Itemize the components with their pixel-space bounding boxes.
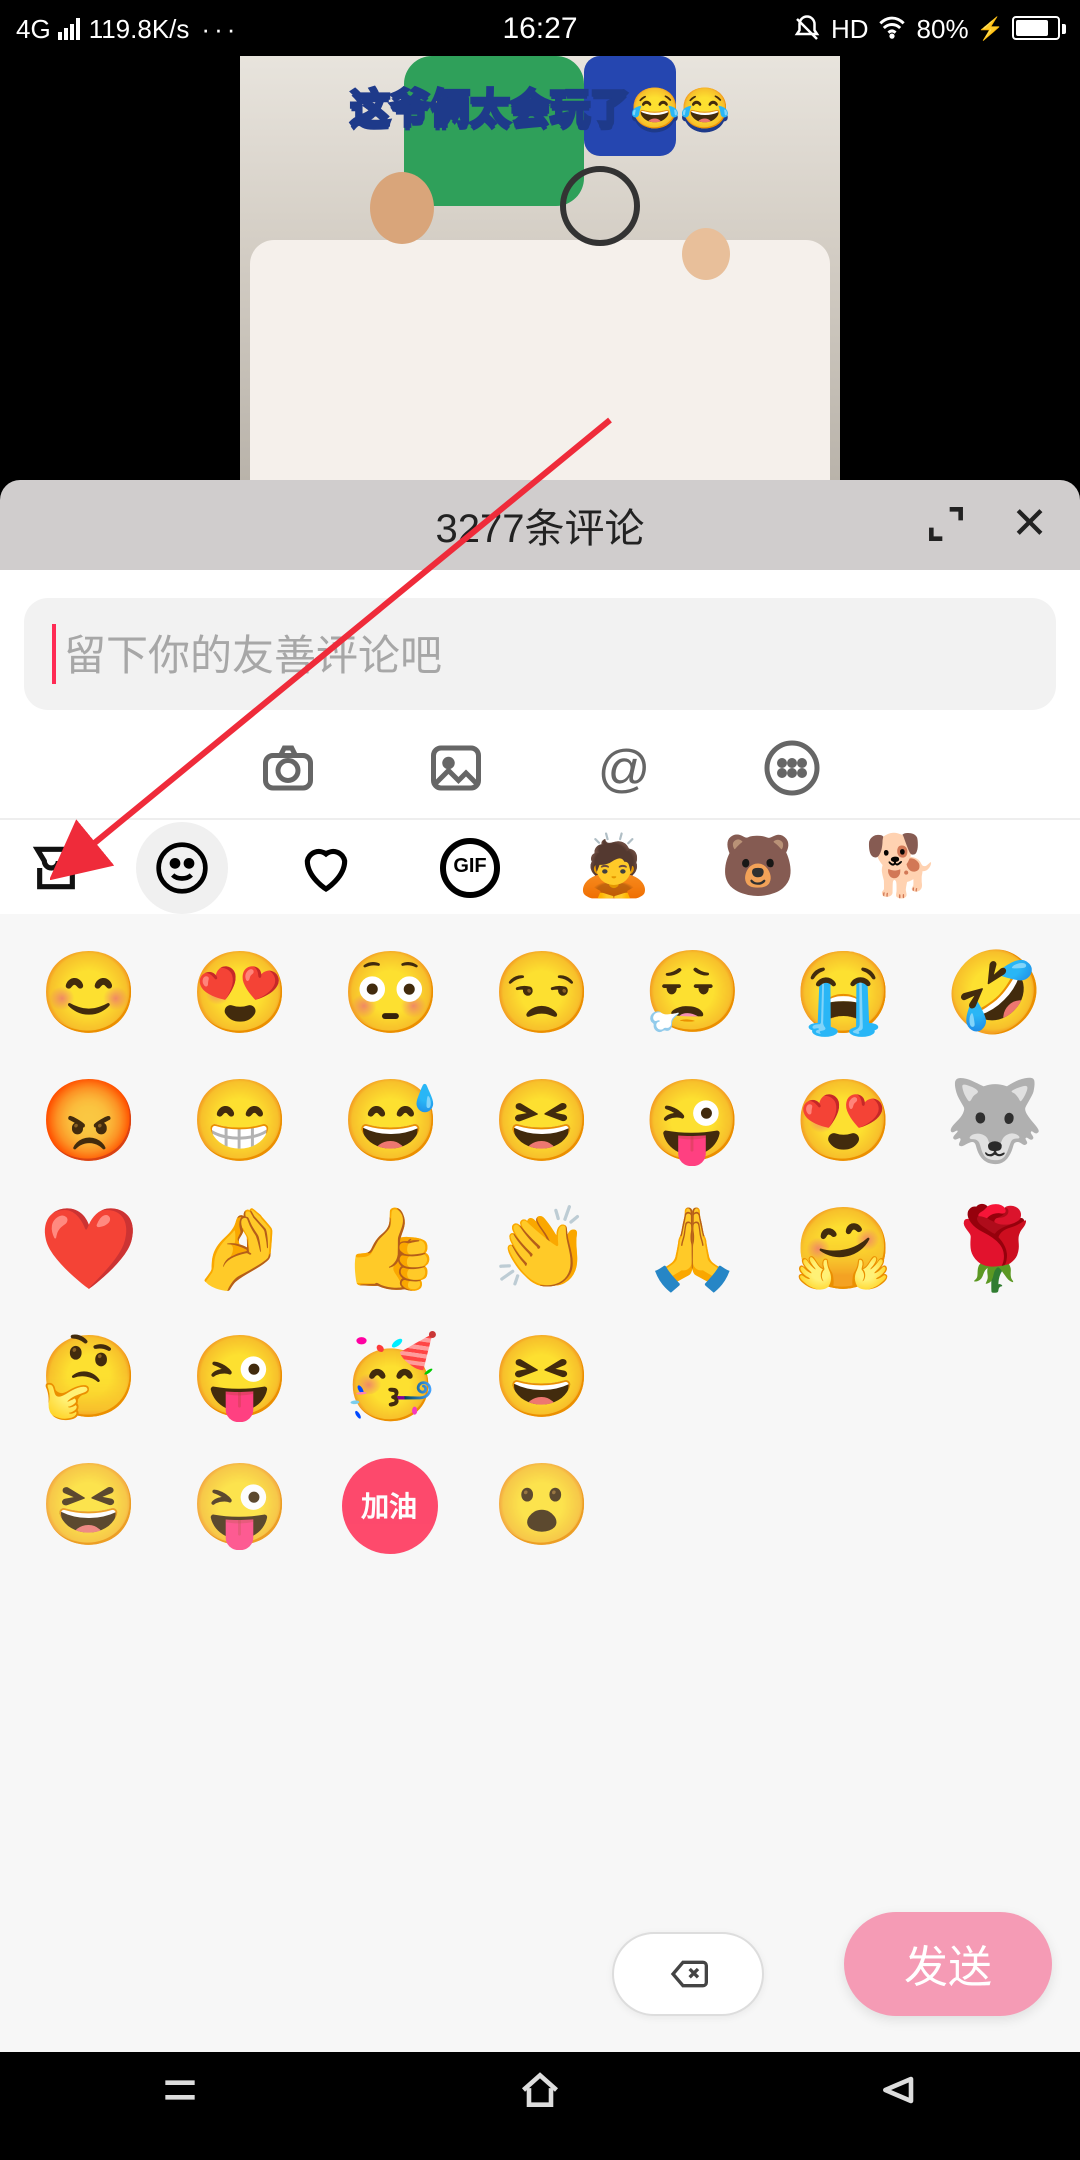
tab-sticker-3[interactable]: 🐕 (856, 821, 948, 913)
comment-input-zone: 留下你的友善评论吧 @ (0, 570, 1080, 818)
video-caption: 这爷俩太会玩了😂😂 (240, 76, 840, 134)
input-tools: @ (24, 738, 1056, 798)
emoji-item[interactable]: 😳 (341, 946, 437, 1042)
tab-gif[interactable]: GIF (424, 821, 516, 913)
send-button[interactable]: 发送 (844, 1912, 1052, 2016)
emoji-item[interactable]: ❤️ (39, 1202, 135, 1298)
tab-favorite[interactable] (280, 821, 372, 913)
emoji-item[interactable]: 😮‍💨 (643, 946, 739, 1042)
emoji-item[interactable]: 🐺 (945, 1074, 1041, 1170)
sticker-shop-icon[interactable] (28, 839, 84, 895)
emoji-item[interactable]: 🤗 (794, 1202, 890, 1298)
nav-home-icon[interactable] (512, 2068, 568, 2112)
clock: 16:27 (0, 11, 1080, 45)
emoji-item[interactable]: 😆 (39, 1458, 135, 1554)
tab-emoji[interactable] (136, 821, 228, 913)
nav-menu-icon[interactable] (152, 2068, 208, 2112)
battery-icon (1012, 16, 1060, 40)
comments-header: 3277条评论 ✕ (0, 480, 1080, 570)
emoji-item (945, 1330, 1041, 1426)
emoji-item[interactable]: 加油 (341, 1458, 437, 1554)
nav-back-icon[interactable] (872, 2068, 928, 2112)
emoji-item[interactable]: 🙏 (643, 1202, 739, 1298)
emoji-item[interactable]: 😅 (341, 1074, 437, 1170)
emoji-item[interactable]: 😆 (492, 1074, 588, 1170)
status-bar: 4G 119.8K/s ··· 16:27 HD 80% ⚡ (0, 0, 1080, 56)
emoji-item[interactable]: 😜 (643, 1074, 739, 1170)
emoji-item[interactable]: 🤣 (945, 946, 1041, 1042)
emoji-grid: 😊 😍 😳 😒 😮‍💨 😭 🤣 😡 😁 😅 😆 😜 😍 🐺 ❤️ 🤌 👍 👏 🙏 🤗 🌹 🤔 😜 🥳 😆 😆 😜 加油 😮 发送 (0, 914, 1080, 2052)
emoji-item[interactable]: 😒 (492, 946, 588, 1042)
emoji-item[interactable]: 🥳 (341, 1330, 437, 1426)
emoji-tabs: GIF 🙇 🐻 🐕 (0, 818, 1080, 914)
emoji-item (794, 1330, 890, 1426)
emoji-item[interactable]: 😆 (492, 1330, 588, 1426)
comments-count: 3277条评论 (436, 496, 645, 554)
keyboard-icon[interactable] (762, 738, 822, 798)
emoji-item[interactable]: 🤌 (190, 1202, 286, 1298)
text-cursor (52, 624, 56, 684)
camera-icon[interactable] (258, 738, 318, 798)
emoji-item[interactable]: 😍 (190, 946, 286, 1042)
emoji-item[interactable]: 😡 (39, 1074, 135, 1170)
sofa-graphic (250, 240, 830, 480)
emoji-item[interactable]: 😍 (794, 1074, 890, 1170)
emoji-item[interactable]: 😜 (190, 1458, 286, 1554)
emoji-item[interactable]: 👍 (341, 1202, 437, 1298)
emoji-item[interactable]: 🤔 (39, 1330, 135, 1426)
emoji-item[interactable]: 🌹 (945, 1202, 1041, 1298)
emoji-item[interactable]: 😊 (39, 946, 135, 1042)
tab-sticker-2[interactable]: 🐻 (712, 821, 804, 913)
emoji-item[interactable]: 😮 (492, 1458, 588, 1554)
backspace-button[interactable] (612, 1932, 764, 2016)
emoji-item[interactable]: 👏 (492, 1202, 588, 1298)
emoji-item[interactable]: 😁 (190, 1074, 286, 1170)
system-navbar (0, 2052, 1080, 2128)
emoji-item[interactable]: 😭 (794, 946, 890, 1042)
close-icon[interactable]: ✕ (1011, 498, 1048, 550)
mention-icon[interactable]: @ (594, 738, 654, 798)
emoji-item (643, 1330, 739, 1426)
comment-input[interactable]: 留下你的友善评论吧 (24, 598, 1056, 710)
fan-graphic (560, 166, 640, 246)
comment-placeholder: 留下你的友善评论吧 (64, 624, 442, 684)
tab-sticker-1[interactable]: 🙇 (568, 821, 660, 913)
emoji-item[interactable]: 😜 (190, 1330, 286, 1426)
image-icon[interactable] (426, 738, 486, 798)
expand-icon[interactable] (924, 502, 968, 546)
video-preview[interactable]: 这爷俩太会玩了😂😂 (0, 56, 1080, 480)
